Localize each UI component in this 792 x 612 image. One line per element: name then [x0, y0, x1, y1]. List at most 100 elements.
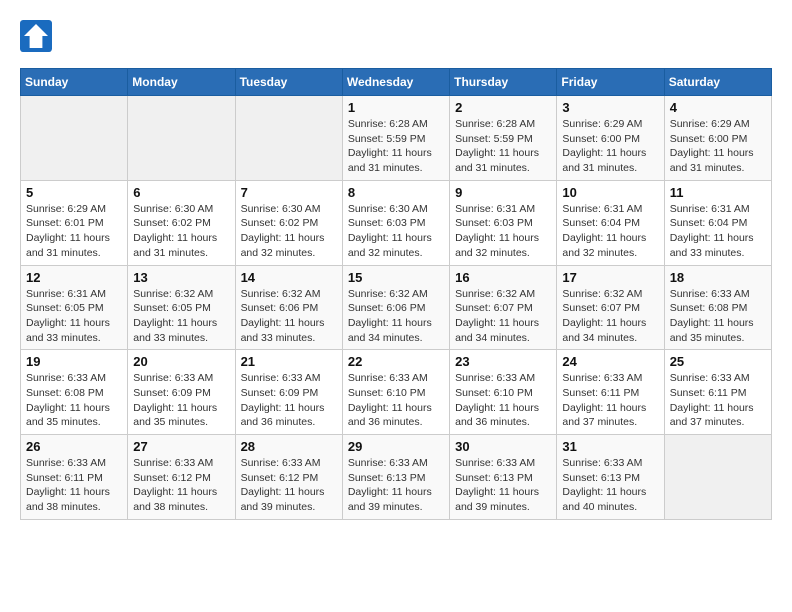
- day-number-7: 7: [241, 185, 337, 200]
- day-number-31: 31: [562, 439, 658, 454]
- calendar-cell-w2-d6: 11 Sunrise: 6:31 AM Sunset: 6:04 PM Dayli…: [664, 180, 771, 265]
- calendar-cell-w4-d5: 24 Sunrise: 6:33 AM Sunset: 6:11 PM Dayli…: [557, 350, 664, 435]
- day-info-1: Sunrise: 6:28 AM Sunset: 5:59 PM Dayligh…: [348, 117, 444, 176]
- day-info-6: Sunrise: 6:30 AM Sunset: 6:02 PM Dayligh…: [133, 202, 229, 261]
- weekday-saturday: Saturday: [664, 69, 771, 96]
- calendar-cell-w5-d6: [664, 435, 771, 520]
- day-number-19: 19: [26, 354, 122, 369]
- day-info-27: Sunrise: 6:33 AM Sunset: 6:12 PM Dayligh…: [133, 456, 229, 515]
- calendar-cell-w4-d0: 19 Sunrise: 6:33 AM Sunset: 6:08 PM Dayli…: [21, 350, 128, 435]
- calendar-cell-w2-d0: 5 Sunrise: 6:29 AM Sunset: 6:01 PM Daylig…: [21, 180, 128, 265]
- day-number-2: 2: [455, 100, 551, 115]
- day-info-28: Sunrise: 6:33 AM Sunset: 6:12 PM Dayligh…: [241, 456, 337, 515]
- day-number-10: 10: [562, 185, 658, 200]
- day-info-18: Sunrise: 6:33 AM Sunset: 6:08 PM Dayligh…: [670, 287, 766, 346]
- day-info-29: Sunrise: 6:33 AM Sunset: 6:13 PM Dayligh…: [348, 456, 444, 515]
- calendar-cell-w3-d2: 14Sunrise: 6:32 AM Sunset: 6:06 PM Dayli…: [235, 265, 342, 350]
- day-info-31: Sunrise: 6:33 AM Sunset: 6:13 PM Dayligh…: [562, 456, 658, 515]
- calendar-cell-w3-d6: 18 Sunrise: 6:33 AM Sunset: 6:08 PM Dayli…: [664, 265, 771, 350]
- day-info-5: Sunrise: 6:29 AM Sunset: 6:01 PM Dayligh…: [26, 202, 122, 261]
- day-number-3: 3: [562, 100, 658, 115]
- day-info-4: Sunrise: 6:29 AM Sunset: 6:00 PM Dayligh…: [670, 117, 766, 176]
- day-number-16: 16: [455, 270, 551, 285]
- calendar-cell-w2-d2: 7 Sunrise: 6:30 AM Sunset: 6:02 PM Daylig…: [235, 180, 342, 265]
- day-info-10: Sunrise: 6:31 AM Sunset: 6:04 PM Dayligh…: [562, 202, 658, 261]
- calendar-cell-w1-d0: [21, 96, 128, 181]
- calendar-cell-w5-d4: 30Sunrise: 6:33 AM Sunset: 6:13 PM Dayli…: [450, 435, 557, 520]
- day-number-21: 21: [241, 354, 337, 369]
- calendar-week-1: 1 Sunrise: 6:28 AM Sunset: 5:59 PM Daylig…: [21, 96, 772, 181]
- day-info-16: Sunrise: 6:32 AM Sunset: 6:07 PM Dayligh…: [455, 287, 551, 346]
- day-info-11: Sunrise: 6:31 AM Sunset: 6:04 PM Dayligh…: [670, 202, 766, 261]
- calendar-cell-w3-d3: 15Sunrise: 6:32 AM Sunset: 6:06 PM Dayli…: [342, 265, 449, 350]
- day-info-2: Sunrise: 6:28 AM Sunset: 5:59 PM Dayligh…: [455, 117, 551, 176]
- logo: [20, 20, 56, 52]
- day-number-6: 6: [133, 185, 229, 200]
- day-number-27: 27: [133, 439, 229, 454]
- calendar-table: Sunday Monday Tuesday Wednesday Thursday…: [20, 68, 772, 520]
- weekday-sunday: Sunday: [21, 69, 128, 96]
- day-number-11: 11: [670, 185, 766, 200]
- day-info-24: Sunrise: 6:33 AM Sunset: 6:11 PM Dayligh…: [562, 371, 658, 430]
- page-header: [20, 20, 772, 52]
- day-number-9: 9: [455, 185, 551, 200]
- calendar-cell-w2-d1: 6 Sunrise: 6:30 AM Sunset: 6:02 PM Daylig…: [128, 180, 235, 265]
- calendar-cell-w1-d5: 3 Sunrise: 6:29 AM Sunset: 6:00 PM Daylig…: [557, 96, 664, 181]
- day-info-21: Sunrise: 6:33 AM Sunset: 6:09 PM Dayligh…: [241, 371, 337, 430]
- day-info-7: Sunrise: 6:30 AM Sunset: 6:02 PM Dayligh…: [241, 202, 337, 261]
- calendar-cell-w3-d1: 13 Sunrise: 6:32 AM Sunset: 6:05 PM Dayli…: [128, 265, 235, 350]
- day-number-18: 18: [670, 270, 766, 285]
- calendar-cell-w4-d3: 22Sunrise: 6:33 AM Sunset: 6:10 PM Dayli…: [342, 350, 449, 435]
- day-info-13: Sunrise: 6:32 AM Sunset: 6:05 PM Dayligh…: [133, 287, 229, 346]
- calendar-cell-w1-d4: 2 Sunrise: 6:28 AM Sunset: 5:59 PM Daylig…: [450, 96, 557, 181]
- day-info-12: Sunrise: 6:31 AM Sunset: 6:05 PM Dayligh…: [26, 287, 122, 346]
- weekday-wednesday: Wednesday: [342, 69, 449, 96]
- day-number-20: 20: [133, 354, 229, 369]
- calendar-cell-w3-d5: 17 Sunrise: 6:32 AM Sunset: 6:07 PM Dayli…: [557, 265, 664, 350]
- day-number-15: 15: [348, 270, 444, 285]
- calendar-body: 1 Sunrise: 6:28 AM Sunset: 5:59 PM Daylig…: [21, 96, 772, 520]
- calendar-header: Sunday Monday Tuesday Wednesday Thursday…: [21, 69, 772, 96]
- calendar-week-3: 12Sunrise: 6:31 AM Sunset: 6:05 PM Dayli…: [21, 265, 772, 350]
- day-info-20: Sunrise: 6:33 AM Sunset: 6:09 PM Dayligh…: [133, 371, 229, 430]
- day-info-9: Sunrise: 6:31 AM Sunset: 6:03 PM Dayligh…: [455, 202, 551, 261]
- calendar-cell-w1-d2: [235, 96, 342, 181]
- weekday-tuesday: Tuesday: [235, 69, 342, 96]
- day-info-19: Sunrise: 6:33 AM Sunset: 6:08 PM Dayligh…: [26, 371, 122, 430]
- calendar-cell-w3-d4: 16 Sunrise: 6:32 AM Sunset: 6:07 PM Dayli…: [450, 265, 557, 350]
- day-number-25: 25: [670, 354, 766, 369]
- calendar-cell-w5-d1: 27 Sunrise: 6:33 AM Sunset: 6:12 PM Dayli…: [128, 435, 235, 520]
- calendar-cell-w1-d3: 1 Sunrise: 6:28 AM Sunset: 5:59 PM Daylig…: [342, 96, 449, 181]
- calendar-cell-w4-d4: 23Sunrise: 6:33 AM Sunset: 6:10 PM Dayli…: [450, 350, 557, 435]
- day-number-13: 13: [133, 270, 229, 285]
- day-info-17: Sunrise: 6:32 AM Sunset: 6:07 PM Dayligh…: [562, 287, 658, 346]
- calendar-cell-w4-d2: 21 Sunrise: 6:33 AM Sunset: 6:09 PM Dayli…: [235, 350, 342, 435]
- weekday-friday: Friday: [557, 69, 664, 96]
- calendar-cell-w2-d4: 9 Sunrise: 6:31 AM Sunset: 6:03 PM Daylig…: [450, 180, 557, 265]
- day-number-23: 23: [455, 354, 551, 369]
- calendar-cell-w5-d3: 29 Sunrise: 6:33 AM Sunset: 6:13 PM Dayli…: [342, 435, 449, 520]
- weekday-monday: Monday: [128, 69, 235, 96]
- weekday-thursday: Thursday: [450, 69, 557, 96]
- calendar-week-2: 5 Sunrise: 6:29 AM Sunset: 6:01 PM Daylig…: [21, 180, 772, 265]
- calendar-cell-w1-d1: [128, 96, 235, 181]
- day-number-29: 29: [348, 439, 444, 454]
- calendar-cell-w2-d5: 10 Sunrise: 6:31 AM Sunset: 6:04 PM Dayli…: [557, 180, 664, 265]
- calendar-week-4: 19 Sunrise: 6:33 AM Sunset: 6:08 PM Dayli…: [21, 350, 772, 435]
- day-number-24: 24: [562, 354, 658, 369]
- day-number-28: 28: [241, 439, 337, 454]
- calendar-cell-w4-d1: 20 Sunrise: 6:33 AM Sunset: 6:09 PM Dayli…: [128, 350, 235, 435]
- day-number-26: 26: [26, 439, 122, 454]
- day-number-17: 17: [562, 270, 658, 285]
- day-info-3: Sunrise: 6:29 AM Sunset: 6:00 PM Dayligh…: [562, 117, 658, 176]
- day-number-8: 8: [348, 185, 444, 200]
- day-number-5: 5: [26, 185, 122, 200]
- day-info-22: Sunrise: 6:33 AM Sunset: 6:10 PM Dayligh…: [348, 371, 444, 430]
- day-number-1: 1: [348, 100, 444, 115]
- calendar-cell-w3-d0: 12Sunrise: 6:31 AM Sunset: 6:05 PM Dayli…: [21, 265, 128, 350]
- day-info-26: Sunrise: 6:33 AM Sunset: 6:11 PM Dayligh…: [26, 456, 122, 515]
- day-number-4: 4: [670, 100, 766, 115]
- calendar-cell-w5-d2: 28 Sunrise: 6:33 AM Sunset: 6:12 PM Dayli…: [235, 435, 342, 520]
- weekday-header-row: Sunday Monday Tuesday Wednesday Thursday…: [21, 69, 772, 96]
- calendar-cell-w1-d6: 4 Sunrise: 6:29 AM Sunset: 6:00 PM Daylig…: [664, 96, 771, 181]
